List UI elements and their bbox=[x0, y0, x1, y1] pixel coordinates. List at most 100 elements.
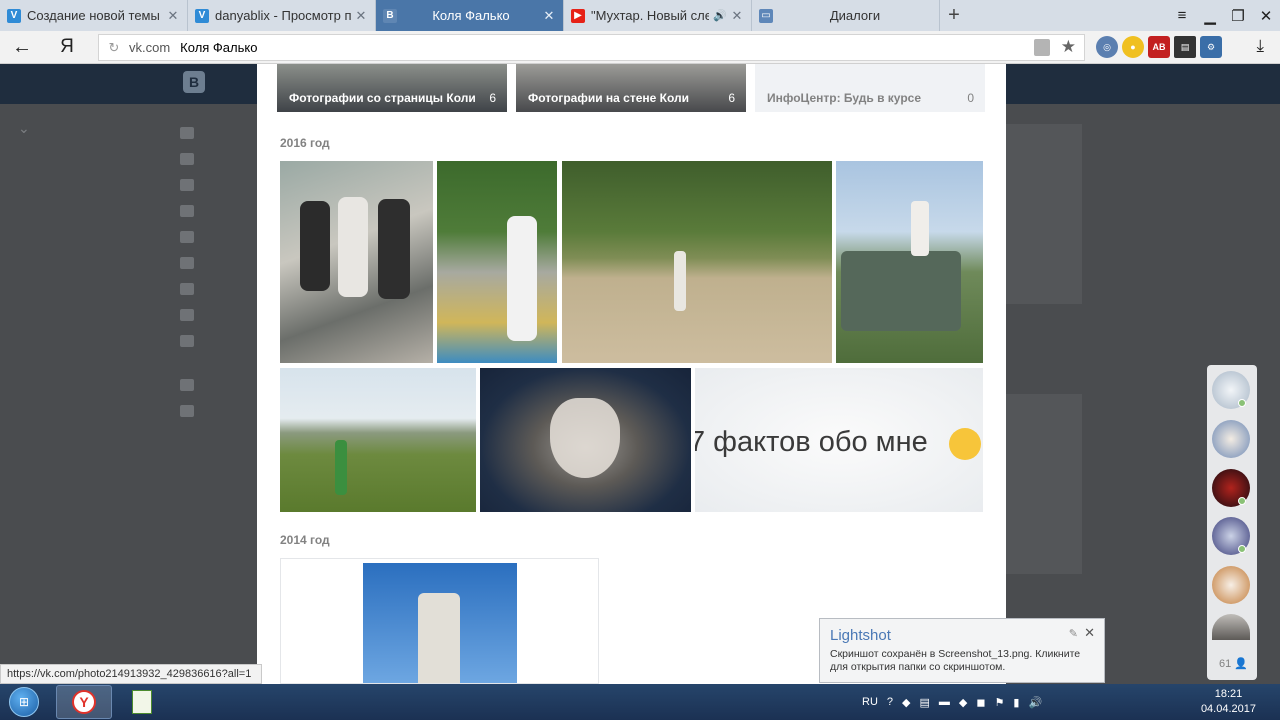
taskbar-clock[interactable]: 18:21 04.04.2017 bbox=[1201, 687, 1256, 717]
close-tab-icon[interactable]: ✕ bbox=[543, 8, 555, 24]
extension-icon[interactable]: ▤ bbox=[1174, 36, 1196, 58]
album-name: Фотографии на стене Коли bbox=[528, 91, 690, 105]
photo-thumbnail[interactable] bbox=[437, 161, 557, 363]
photo-thumbnail[interactable] bbox=[480, 368, 691, 512]
close-window-icon[interactable]: ✕ bbox=[1252, 7, 1280, 25]
notepad-plus-icon bbox=[132, 690, 152, 714]
photo-figure bbox=[338, 197, 368, 297]
side-menu-item[interactable] bbox=[180, 328, 206, 354]
tray-icon[interactable]: ◼ bbox=[976, 696, 985, 709]
lightshot-notification[interactable]: Lightshot Скриншот сохранён в Screenshot… bbox=[819, 618, 1105, 683]
background-block bbox=[1006, 124, 1082, 304]
tray-icon[interactable]: ◆ bbox=[959, 696, 967, 709]
tray-icon[interactable]: ⚑ bbox=[995, 696, 1005, 709]
side-menu-item[interactable] bbox=[180, 250, 206, 276]
address-field[interactable]: ↻ vk.com Коля Фалько ★ bbox=[98, 34, 1085, 61]
online-indicator bbox=[1238, 497, 1246, 505]
tray-icon[interactable]: ◆ bbox=[902, 696, 910, 709]
album-card[interactable]: Фотографии со страницы Коли 6 bbox=[277, 64, 507, 112]
people-icon: 👤 bbox=[1234, 658, 1249, 670]
side-menu-item[interactable] bbox=[180, 146, 206, 172]
photo-thumbnail[interactable] bbox=[562, 161, 832, 363]
close-tab-icon[interactable]: ✕ bbox=[167, 8, 179, 24]
browser-tab-4[interactable]: ▶ "Мухтар. Новый след 🔊 ✕ bbox=[564, 0, 752, 31]
extension-icon[interactable]: ⚙ bbox=[1200, 36, 1222, 58]
status-url-bar: https://vk.com/photo214913932_429836616?… bbox=[0, 664, 262, 684]
chevron-down-icon[interactable]: ⌄ bbox=[18, 120, 30, 137]
new-tab-button[interactable]: + bbox=[940, 0, 968, 31]
documents-icon bbox=[180, 405, 194, 417]
side-menu-item[interactable] bbox=[180, 172, 206, 198]
side-menu-item[interactable] bbox=[180, 302, 206, 328]
photo-thumbnail[interactable] bbox=[280, 161, 433, 363]
chat-avatar[interactable] bbox=[1212, 614, 1250, 640]
clock-time: 18:21 bbox=[1214, 688, 1243, 700]
messages-icon bbox=[180, 179, 194, 191]
back-arrow-icon[interactable]: ← bbox=[0, 36, 44, 59]
close-icon[interactable]: ✕ bbox=[1084, 625, 1095, 641]
side-menu-item[interactable] bbox=[180, 398, 206, 424]
album-card[interactable]: ИнфоЦентр: Будь в курсе 0 bbox=[755, 64, 985, 112]
language-indicator[interactable]: RU bbox=[862, 696, 878, 708]
browser-tab-3[interactable]: B Коля Фалько ✕ bbox=[376, 0, 564, 31]
background-block bbox=[1006, 394, 1082, 574]
start-button[interactable]: ⊞ bbox=[4, 684, 44, 720]
chat-avatar[interactable] bbox=[1212, 566, 1250, 604]
year-heading: 2014 год bbox=[280, 533, 330, 547]
photo-tower bbox=[363, 563, 517, 683]
maximize-icon[interactable]: ❐ bbox=[1224, 7, 1252, 25]
album-card[interactable]: Фотографии на стене Коли 6 bbox=[516, 64, 746, 112]
photo-thumbnail[interactable]: 7 фактов обо мне bbox=[695, 368, 983, 512]
year-heading: 2016 год bbox=[280, 136, 330, 150]
bookmark-star-icon[interactable]: ★ bbox=[1061, 37, 1076, 57]
browser-tab-strip: V Создание новой темы - Vin ✕ V danyabli… bbox=[0, 0, 1280, 31]
minimize-icon[interactable]: ▁ bbox=[1196, 7, 1224, 25]
close-tab-icon[interactable]: ✕ bbox=[731, 8, 743, 24]
lightshot-message: Скриншот сохранён в Screenshot_13.png. К… bbox=[830, 648, 1081, 673]
friends-icon bbox=[180, 205, 194, 217]
browser-tab-5[interactable]: ▭ Диалоги bbox=[752, 0, 940, 31]
yandex-logo-icon[interactable]: Я bbox=[44, 36, 90, 58]
download-icon[interactable]: ⤓ bbox=[1256, 36, 1264, 56]
side-menu-item[interactable] bbox=[180, 120, 206, 146]
browser-tab-1[interactable]: V Создание новой темы - Vin ✕ bbox=[0, 0, 188, 31]
side-menu-item[interactable] bbox=[180, 224, 206, 250]
help-icon[interactable]: ? bbox=[887, 696, 893, 708]
photo-tower-body bbox=[418, 593, 460, 683]
emoji-tongue-icon bbox=[949, 428, 981, 460]
online-indicator bbox=[1238, 545, 1246, 553]
side-menu-item[interactable] bbox=[180, 198, 206, 224]
extension-icon[interactable]: ◎ bbox=[1096, 36, 1118, 58]
photo-thumbnail[interactable] bbox=[280, 558, 599, 684]
network-icon[interactable]: ▮ bbox=[1013, 696, 1019, 709]
album-name: Фотографии со страницы Коли bbox=[289, 91, 476, 105]
pin-icon[interactable]: ✎ bbox=[1069, 627, 1078, 640]
tray-icon[interactable]: ▤ bbox=[919, 696, 929, 709]
photo-thumbnail[interactable] bbox=[836, 161, 983, 363]
album-name: ИнфоЦентр: Будь в курсе bbox=[767, 91, 921, 105]
reload-icon[interactable]: ↻ bbox=[99, 40, 129, 56]
vine-icon: V bbox=[7, 8, 21, 23]
taskbar-yandex-browser[interactable]: Y bbox=[56, 685, 112, 719]
dialog-icon: ▭ bbox=[759, 8, 773, 23]
close-tab-icon[interactable]: ✕ bbox=[355, 8, 367, 24]
volume-icon[interactable]: 🔊 bbox=[1028, 696, 1042, 709]
lock-icon[interactable] bbox=[1034, 39, 1050, 56]
side-menu-item[interactable] bbox=[180, 372, 206, 398]
extension-icon[interactable]: ● bbox=[1122, 36, 1144, 58]
adblock-icon[interactable]: AB bbox=[1148, 36, 1170, 58]
taskbar-notepad[interactable] bbox=[114, 685, 170, 719]
games-icon bbox=[180, 335, 194, 347]
photo-thumbnail[interactable] bbox=[280, 368, 476, 512]
speaker-icon[interactable]: 🔊 bbox=[713, 9, 727, 22]
tab-title: Создание новой темы - Vin bbox=[27, 8, 163, 23]
side-menu-item[interactable] bbox=[180, 276, 206, 302]
window-controls: ≡ ▁ ❐ ✕ bbox=[1168, 0, 1280, 31]
tray-icon[interactable]: ▬ bbox=[939, 696, 950, 708]
menu-icon[interactable]: ≡ bbox=[1168, 7, 1196, 24]
chat-avatar[interactable] bbox=[1212, 420, 1250, 458]
photo-tractor bbox=[841, 251, 961, 331]
browser-tab-2[interactable]: V danyablix - Просмотр проф ✕ bbox=[188, 0, 376, 31]
windows-taskbar: ⊞ Y RU ? ◆ ▤ ▬ ◆ ◼ ⚑ ▮ 🔊 18:21 04.04.201… bbox=[0, 684, 1280, 720]
page-overlay[interactable]: B ⌄ Фотографии со страницы Коли 6 Фотогр… bbox=[0, 64, 1280, 684]
